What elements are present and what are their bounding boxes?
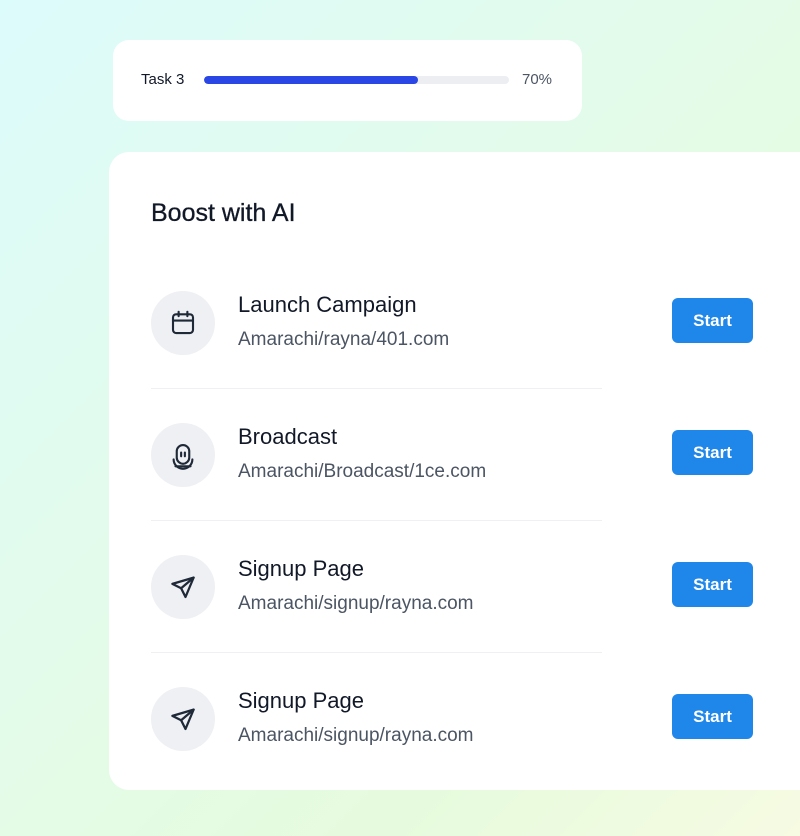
item-title: Signup Page [238,556,364,581]
item-title: Broadcast [238,424,338,449]
divider [151,520,602,521]
start-button[interactable]: Start [672,430,753,475]
send-icon [151,687,215,751]
broadcast-icon [151,423,215,487]
item-title: Signup Page [238,688,364,713]
item-title: Launch Campaign [238,292,417,317]
divider [151,388,602,389]
send-icon [151,555,215,619]
item-subtitle: Amarachi/signup/rayna.com [238,725,474,746]
item-subtitle: Amarachi/rayna/401.com [238,329,450,350]
calendar-icon [151,291,215,355]
card-title: Boost with AI [151,199,296,227]
list-item-signup-page: Signup Page Amarachi/signup/rayna.com St… [151,552,753,684]
task-progress-bar [204,76,509,84]
divider [151,652,602,653]
task-percent: 70% [522,71,553,88]
task-progress-fill [204,76,418,84]
item-subtitle: Amarachi/Broadcast/1ce.com [238,461,487,482]
task-label: Task 3 [141,71,185,88]
start-button[interactable]: Start [672,298,753,343]
list-item-launch-campaign: Launch Campaign Amarachi/rayna/401.com S… [151,288,753,420]
list-item-broadcast: Broadcast Amarachi/Broadcast/1ce.com Sta… [151,420,753,552]
boost-card: Boost with AI Launch Campaign Amarachi/r… [109,152,800,790]
list-item-signup-page: Signup Page Amarachi/signup/rayna.com St… [151,684,753,816]
item-subtitle: Amarachi/signup/rayna.com [238,593,474,614]
start-button[interactable]: Start [672,562,753,607]
task-progress-card: Task 3 70% [113,40,582,121]
start-button[interactable]: Start [672,694,753,739]
